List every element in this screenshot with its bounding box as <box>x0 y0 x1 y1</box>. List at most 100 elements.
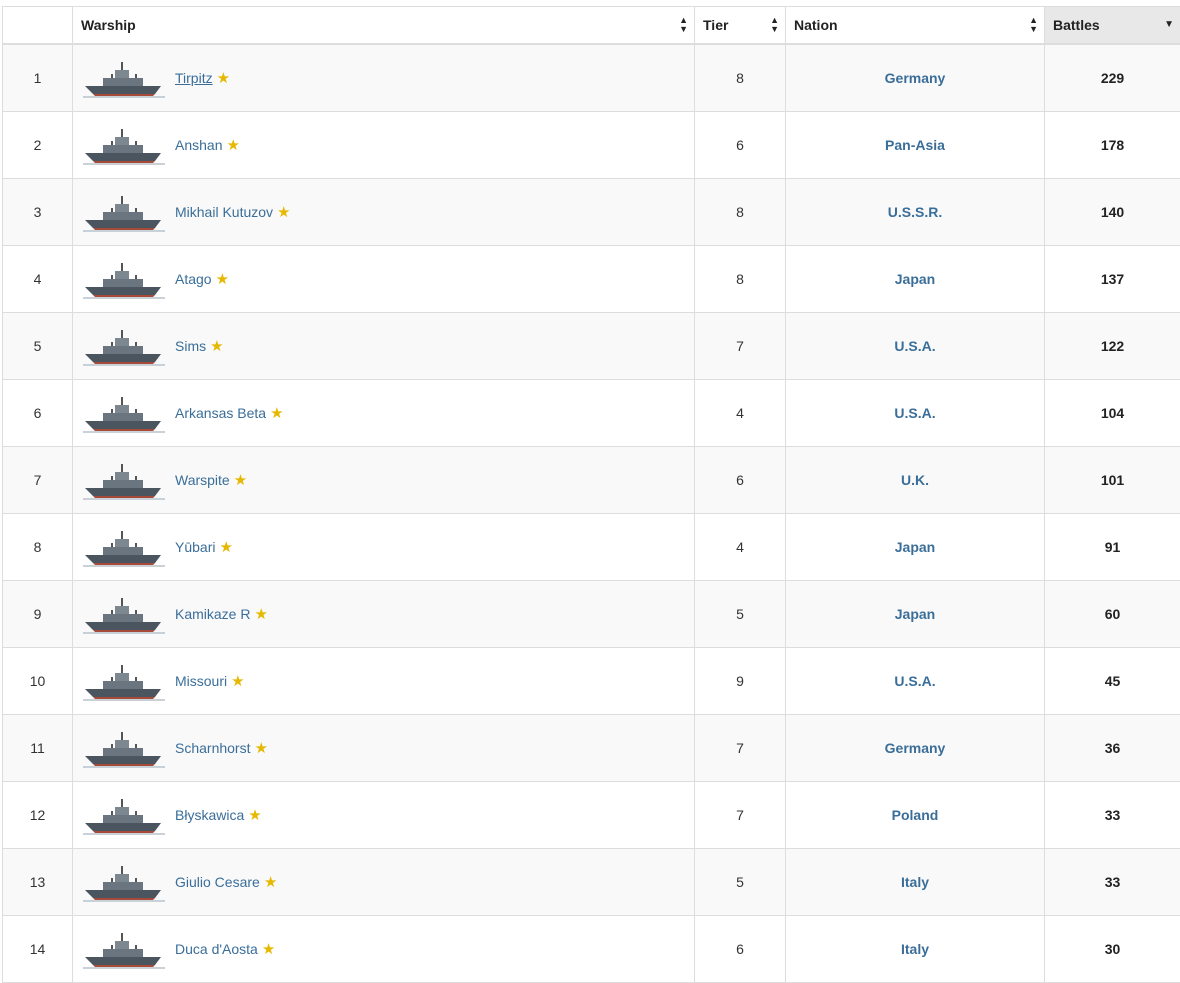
battles-cell: 229 <box>1045 44 1180 112</box>
ship-name-link[interactable]: Tirpitz <box>175 70 213 86</box>
warship-cell: Tirpitz ★ <box>73 44 695 112</box>
warship-cell: Mikhail Kutuzov ★ <box>73 179 695 246</box>
nation-cell[interactable]: U.S.A. <box>786 648 1045 715</box>
battles-cell: 101 <box>1045 447 1180 514</box>
warship-cell: Yūbari ★ <box>73 514 695 581</box>
star-icon: ★ <box>248 806 261 824</box>
ship-name-link[interactable]: Scharnhorst <box>175 740 250 756</box>
ship-thumbnail-icon <box>81 525 167 569</box>
ship-thumbnail-icon <box>81 257 167 301</box>
battles-cell: 36 <box>1045 715 1180 782</box>
rank-cell: 3 <box>3 179 73 246</box>
ship-thumbnail-icon <box>81 324 167 368</box>
tier-header-label: Tier <box>703 17 728 33</box>
ship-thumbnail-icon <box>81 123 167 167</box>
sort-both-icon[interactable]: ▲▼ <box>1029 16 1038 34</box>
sort-desc-icon[interactable]: ▼ <box>1164 20 1174 30</box>
ship-name-link[interactable]: Kamikaze R <box>175 606 250 622</box>
battles-header-label: Battles <box>1053 17 1100 33</box>
ship-name-link[interactable]: Sims <box>175 338 206 354</box>
battles-cell: 140 <box>1045 179 1180 246</box>
warship-cell: Warspite ★ <box>73 447 695 514</box>
battles-cell: 33 <box>1045 849 1180 916</box>
ship-name-link[interactable]: Duca d'Aosta <box>175 941 258 957</box>
nation-cell[interactable]: Italy <box>786 849 1045 916</box>
nation-cell[interactable]: U.S.A. <box>786 313 1045 380</box>
rank-cell: 11 <box>3 715 73 782</box>
table-row: 13 Giulio Cesare ★ 5 Italy 33 <box>3 849 1180 916</box>
rank-cell: 10 <box>3 648 73 715</box>
star-icon: ★ <box>210 337 223 355</box>
warship-cell: Missouri ★ <box>73 648 695 715</box>
star-icon: ★ <box>277 203 290 221</box>
ship-name-link[interactable]: Błyskawica <box>175 807 244 823</box>
sort-both-icon[interactable]: ▲▼ <box>679 16 688 34</box>
table-row: 1 Tirpitz ★ 8 Germany 229 <box>3 44 1180 112</box>
ship-name-link[interactable]: Warspite <box>175 472 230 488</box>
ship-thumbnail-icon <box>81 927 167 971</box>
nation-cell[interactable]: Germany <box>786 44 1045 112</box>
rank-cell: 13 <box>3 849 73 916</box>
tier-header[interactable]: Tier ▲▼ <box>695 7 786 45</box>
table-row: 6 Arkansas Beta ★ 4 U.S.A. 104 <box>3 380 1180 447</box>
warship-header-label: Warship <box>81 17 136 33</box>
battles-cell: 137 <box>1045 246 1180 313</box>
battles-header[interactable]: Battles ▼ <box>1045 7 1180 45</box>
ship-name-link[interactable]: Mikhail Kutuzov <box>175 204 273 220</box>
table-header-row: Warship ▲▼ Tier ▲▼ Nation ▲▼ Battles ▼ <box>3 7 1180 45</box>
tier-cell: 8 <box>695 179 786 246</box>
ship-name-link[interactable]: Atago <box>175 271 212 287</box>
nation-cell[interactable]: U.S.A. <box>786 380 1045 447</box>
rank-cell: 1 <box>3 44 73 112</box>
warship-cell: Sims ★ <box>73 313 695 380</box>
nation-cell[interactable]: U.K. <box>786 447 1045 514</box>
star-icon: ★ <box>254 605 267 623</box>
ship-thumbnail-icon <box>81 659 167 703</box>
warship-cell: Arkansas Beta ★ <box>73 380 695 447</box>
ship-thumbnail-icon <box>81 391 167 435</box>
nation-cell[interactable]: Italy <box>786 916 1045 983</box>
rank-cell: 2 <box>3 112 73 179</box>
nation-cell[interactable]: Japan <box>786 581 1045 648</box>
nation-cell[interactable]: Poland <box>786 782 1045 849</box>
warship-header[interactable]: Warship ▲▼ <box>73 7 695 45</box>
nation-cell[interactable]: U.S.S.R. <box>786 179 1045 246</box>
star-icon: ★ <box>262 940 275 958</box>
star-icon: ★ <box>254 739 267 757</box>
ship-name-link[interactable]: Arkansas Beta <box>175 405 266 421</box>
sort-both-icon[interactable]: ▲▼ <box>770 16 779 34</box>
battles-cell: 91 <box>1045 514 1180 581</box>
battles-cell: 30 <box>1045 916 1180 983</box>
tier-cell: 4 <box>695 380 786 447</box>
ship-thumbnail-icon <box>81 592 167 636</box>
nation-cell[interactable]: Germany <box>786 715 1045 782</box>
ship-thumbnail-icon <box>81 793 167 837</box>
table-row: 14 Duca d'Aosta ★ 6 Italy 30 <box>3 916 1180 983</box>
warship-cell: Kamikaze R ★ <box>73 581 695 648</box>
tier-cell: 7 <box>695 782 786 849</box>
nation-cell[interactable]: Pan-Asia <box>786 112 1045 179</box>
nation-cell[interactable]: Japan <box>786 246 1045 313</box>
table-row: 2 Anshan ★ 6 Pan-Asia 178 <box>3 112 1180 179</box>
star-icon: ★ <box>217 69 230 87</box>
ship-name-link[interactable]: Yūbari <box>175 539 215 555</box>
star-icon: ★ <box>270 404 283 422</box>
ship-thumbnail-icon <box>81 860 167 904</box>
rank-cell: 7 <box>3 447 73 514</box>
ship-name-link[interactable]: Giulio Cesare <box>175 874 260 890</box>
table-row: 11 Scharnhorst ★ 7 Germany 36 <box>3 715 1180 782</box>
table-row: 12 Błyskawica ★ 7 Poland 33 <box>3 782 1180 849</box>
nation-header[interactable]: Nation ▲▼ <box>786 7 1045 45</box>
table-row: 10 Missouri ★ 9 U.S.A. 45 <box>3 648 1180 715</box>
ship-name-link[interactable]: Anshan <box>175 137 222 153</box>
table-row: 9 Kamikaze R ★ 5 Japan 60 <box>3 581 1180 648</box>
warship-cell: Giulio Cesare ★ <box>73 849 695 916</box>
ship-name-link[interactable]: Missouri <box>175 673 227 689</box>
nation-cell[interactable]: Japan <box>786 514 1045 581</box>
battles-cell: 122 <box>1045 313 1180 380</box>
rank-header <box>3 7 73 45</box>
warship-cell: Scharnhorst ★ <box>73 715 695 782</box>
rank-cell: 12 <box>3 782 73 849</box>
tier-cell: 6 <box>695 916 786 983</box>
tier-cell: 6 <box>695 447 786 514</box>
